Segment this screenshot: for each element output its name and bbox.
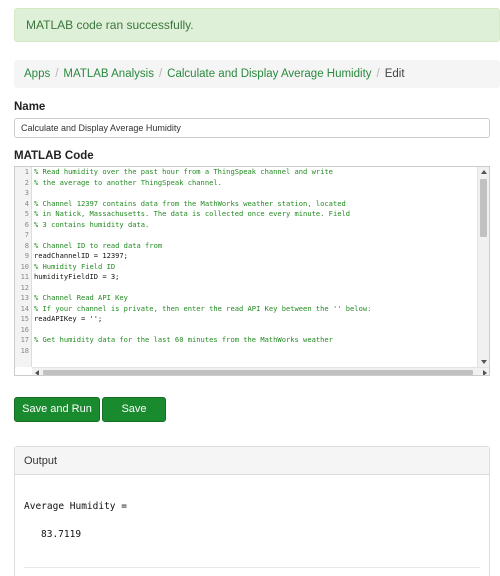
output-panel: Output Average Humidity = 83.7119 <box>14 446 490 576</box>
alert-message: MATLAB code ran successfully. <box>26 18 194 32</box>
breadcrumb-separator: / <box>158 68 163 80</box>
code-line[interactable]: % Humidity Field ID <box>34 262 478 273</box>
triangle-right-icon[interactable] <box>483 370 487 375</box>
line-number: 12 <box>20 283 29 292</box>
code-line[interactable]: % Channel ID to read data from <box>34 241 478 252</box>
save-and-run-button[interactable]: Save and Run <box>14 397 100 422</box>
matlab-code-label: MATLAB Code <box>14 150 94 162</box>
code-line[interactable] <box>34 325 478 336</box>
line-number: 4 <box>24 199 29 208</box>
line-number: 6 <box>24 220 29 229</box>
save-button[interactable]: Save <box>102 397 166 422</box>
output-result-label: Average Humidity = <box>24 501 127 512</box>
output-divider <box>24 567 480 568</box>
horizontal-scrollbar[interactable] <box>32 367 489 375</box>
line-number: 10 <box>20 262 29 271</box>
code-line[interactable]: % Get humidity data for the last 60 minu… <box>34 335 478 346</box>
triangle-left-icon[interactable] <box>35 370 39 375</box>
vertical-scroll-thumb[interactable] <box>480 179 487 237</box>
line-number: 13 <box>20 294 29 302</box>
line-number: 14 <box>20 304 29 313</box>
line-number: 3 <box>24 189 29 197</box>
line-number: 18 <box>20 346 29 355</box>
code-line[interactable]: % If your channel is private, then enter… <box>34 304 478 315</box>
code-line[interactable] <box>34 283 478 294</box>
triangle-up-icon[interactable] <box>481 170 487 174</box>
breadcrumb-separator: / <box>376 68 380 80</box>
output-result-value: 83.7119 <box>41 529 82 540</box>
line-number: 17 <box>20 336 29 344</box>
code-line[interactable]: % 3 contains humidity data. <box>34 220 478 231</box>
code-line[interactable] <box>34 230 478 241</box>
code-line[interactable]: % the average to another ThingSpeak chan… <box>34 178 478 189</box>
code-line[interactable]: humidityFieldID = 3; <box>34 272 478 283</box>
line-number: 16 <box>20 325 29 334</box>
code-line[interactable] <box>34 346 478 357</box>
breadcrumb-separator: / <box>55 68 59 80</box>
code-line[interactable]: readChannelID = 12397; <box>34 251 478 262</box>
line-number: 1 <box>24 168 29 176</box>
code-line[interactable]: % Channel 12397 contains data from the M… <box>34 199 478 210</box>
line-number: 9 <box>24 252 29 260</box>
breadcrumb-apps[interactable]: Apps <box>24 68 50 80</box>
code-line[interactable] <box>34 188 478 199</box>
code-line[interactable]: readAPIKey = ''; <box>34 314 478 325</box>
line-number: 15 <box>20 315 29 323</box>
name-input[interactable] <box>14 118 490 138</box>
breadcrumb-matlab-analysis[interactable]: MATLAB Analysis <box>63 68 154 80</box>
code-line[interactable]: % Read humidity over the past hour from … <box>34 167 478 178</box>
code-editor[interactable]: 1 2 3 4 5 6 7 8 9 10 11 12 13 14 15 16 17 18 % Read humid… <box>14 166 490 376</box>
horizontal-scroll-thumb[interactable] <box>43 370 473 375</box>
name-label: Name <box>14 101 46 113</box>
code-area[interactable]: % Read humidity over the past hour from … <box>34 167 478 367</box>
output-title: Output <box>15 447 489 475</box>
breadcrumb-app-name[interactable]: Calculate and Display Average Humidity <box>167 68 371 80</box>
triangle-down-icon[interactable] <box>481 360 487 364</box>
line-number: 2 <box>24 178 29 187</box>
line-number-gutter: 1 2 3 4 5 6 7 8 9 10 11 12 13 14 15 16 17 18 <box>15 167 32 367</box>
line-number: 11 <box>20 273 29 281</box>
vertical-scrollbar[interactable] <box>477 167 489 367</box>
line-number: 8 <box>24 241 29 250</box>
code-line[interactable]: % Channel Read API Key <box>34 293 478 304</box>
code-line[interactable]: % in Natick, Massachusetts. The data is … <box>34 209 478 220</box>
line-number: 7 <box>24 231 29 239</box>
line-number: 5 <box>24 210 29 218</box>
breadcrumb-current: Edit <box>384 68 405 80</box>
breadcrumb: Apps / MATLAB Analysis / Calculate and Displ… <box>14 60 500 88</box>
success-alert: MATLAB code ran successfully. <box>14 8 500 42</box>
